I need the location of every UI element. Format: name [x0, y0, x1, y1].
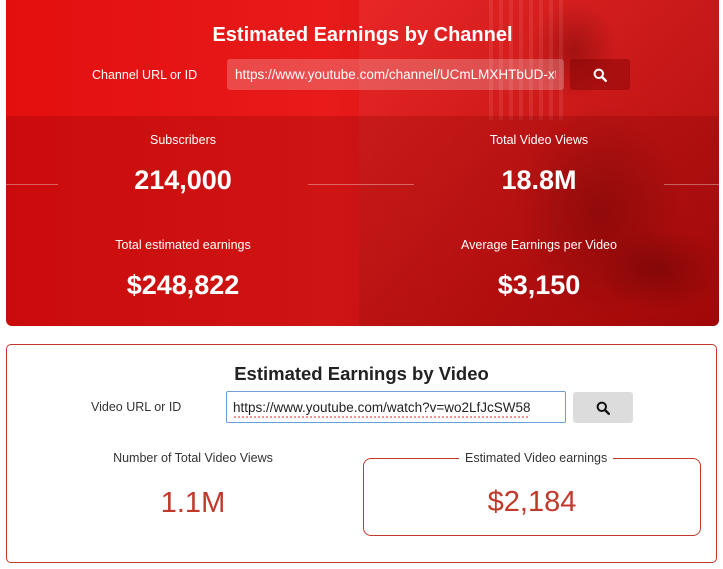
- video-views-value: 1.1M: [160, 487, 226, 519]
- channel-url-label: Channel URL or ID: [92, 68, 198, 82]
- total-views-value: 18.8M: [501, 165, 577, 195]
- total-views-stat: Total Video Views 18.8M: [389, 133, 689, 196]
- subscribers-value: 214,000: [134, 165, 232, 195]
- video-views-label: Number of Total Video Views: [113, 451, 273, 465]
- search-icon: [596, 401, 610, 415]
- video-url-input[interactable]: [226, 391, 566, 423]
- video-search-button[interactable]: [573, 392, 633, 423]
- subscribers-stat: Subscribers 214,000: [33, 133, 333, 196]
- channel-earnings-panel: Estimated Earnings by Channel Channel UR…: [6, 0, 719, 326]
- video-earnings-box: Estimated Video earnings $2,184: [363, 451, 701, 536]
- search-icon: [593, 68, 607, 82]
- video-panel-title: Estimated Earnings by Video: [234, 363, 489, 384]
- channel-url-input[interactable]: [227, 59, 564, 90]
- channel-search-button[interactable]: [570, 59, 630, 90]
- video-earnings-label: Estimated Video earnings: [459, 451, 614, 465]
- avg-earnings-label: Average Earnings per Video: [461, 238, 617, 252]
- video-earnings-value: $2,184: [487, 486, 577, 518]
- video-url-label: Video URL or ID: [91, 400, 182, 414]
- subscribers-label: Subscribers: [150, 133, 216, 147]
- total-earnings-value: $248,822: [126, 270, 240, 300]
- channel-stats-section: Subscribers 214,000 Total Video Views 18…: [6, 116, 719, 326]
- total-earnings-label: Total estimated earnings: [115, 238, 251, 252]
- avg-earnings-stat: Average Earnings per Video $3,150: [389, 238, 689, 301]
- channel-panel-title: Estimated Earnings by Channel: [212, 24, 513, 46]
- channel-search-section: Estimated Earnings by Channel Channel UR…: [6, 0, 719, 116]
- total-views-label: Total Video Views: [489, 133, 589, 147]
- video-earnings-panel: Estimated Earnings by Video Video URL or…: [6, 344, 717, 563]
- avg-earnings-value: $3,150: [497, 270, 581, 300]
- spellcheck-underline: [234, 416, 530, 418]
- total-earnings-stat: Total estimated earnings $248,822: [33, 238, 333, 301]
